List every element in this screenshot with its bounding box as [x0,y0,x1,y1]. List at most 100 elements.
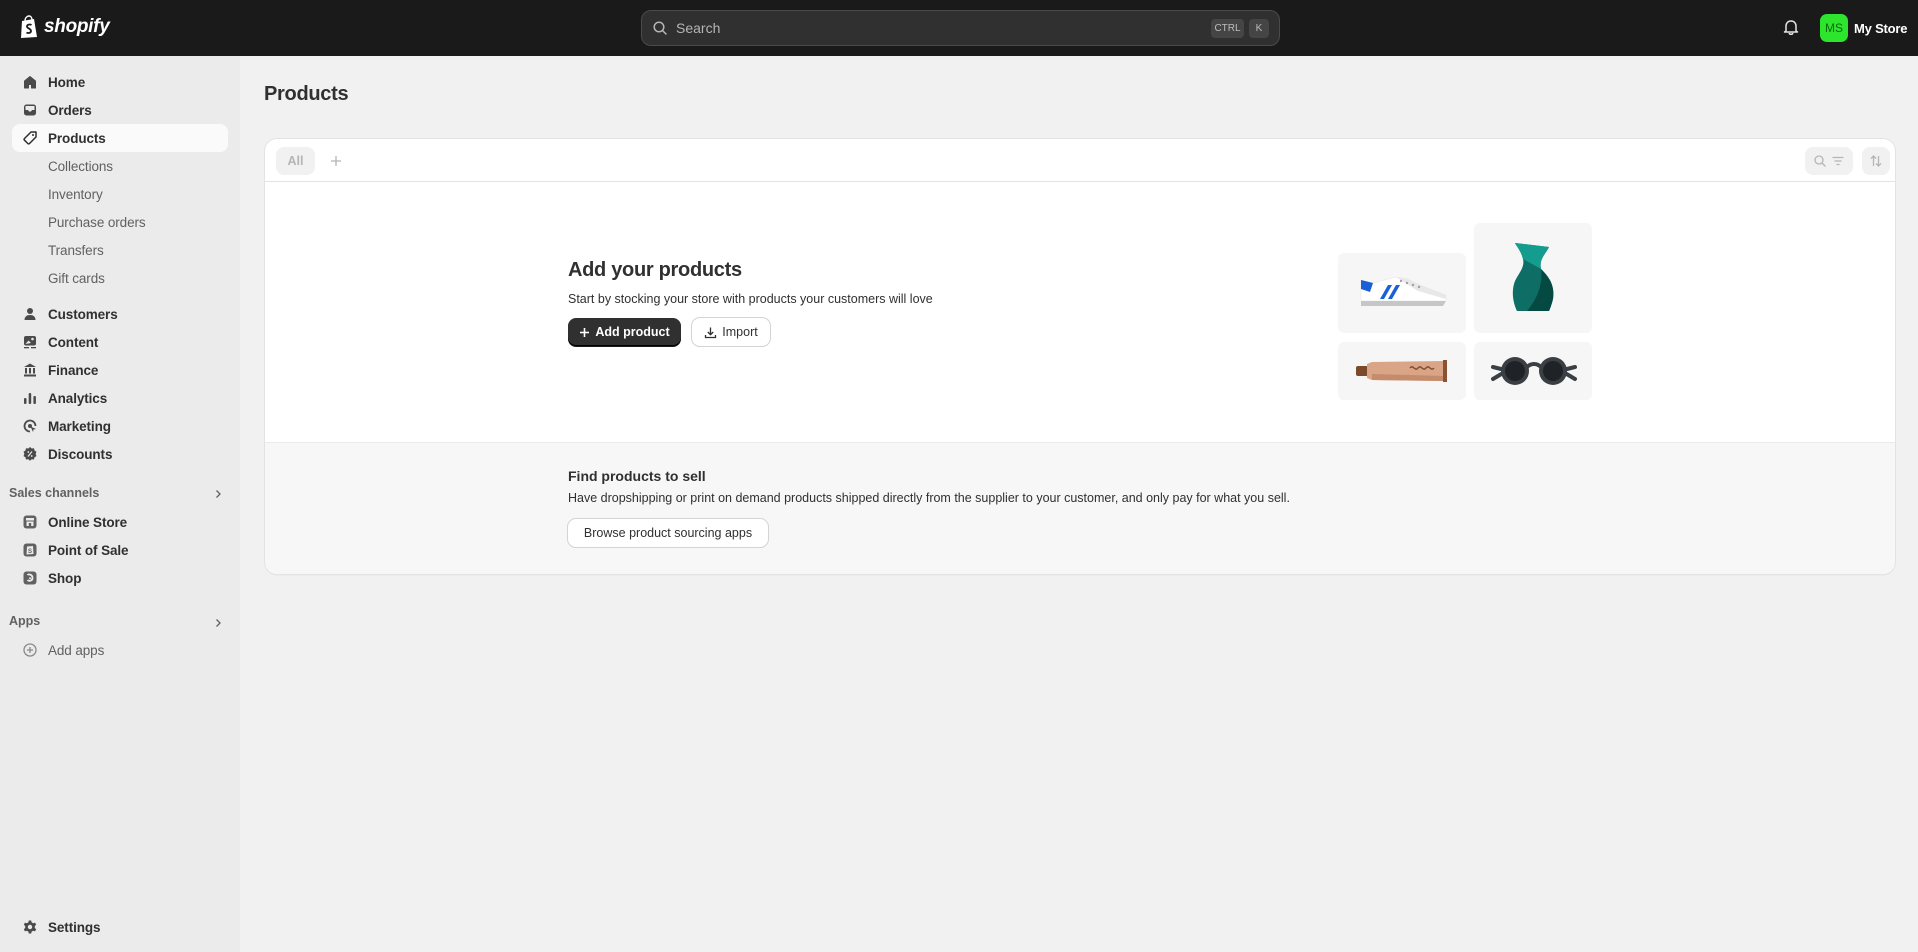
sidebar-item-customers[interactable]: Customers [12,300,228,328]
sidebar-item-label: Discounts [48,446,113,462]
sidebar-item-label: Shop [48,570,82,586]
sidebar-item-label: Purchase orders [48,214,146,230]
notifications-bell-icon[interactable] [1782,18,1800,36]
svg-text:S: S [28,549,32,555]
sidebar-item-label: Home [48,74,86,90]
sales-channels-heading[interactable]: Sales channels [9,486,99,500]
products-card: All Add your products Start by stocking … [265,139,1895,574]
import-button[interactable]: Import [692,318,770,346]
search-input[interactable] [676,20,1196,36]
shopify-wordmark: shopify [44,16,110,37]
sidebar-item-label: Transfers [48,242,104,258]
sourcing-description: Have dropshipping or print on demand pro… [568,491,1290,505]
top-bar: shopify CTRL K MS My Store [0,0,1918,56]
search-filter-button[interactable] [1805,147,1853,175]
gear-icon [23,920,37,934]
store-name: My Store [1854,20,1908,36]
plus-circle-icon [23,643,37,657]
inbox-icon [24,104,36,116]
sidebar-item-point-of-sale[interactable]: S Point of Sale [12,536,228,564]
sidebar-item-online-store[interactable]: Online Store [12,508,228,536]
tube-illustration [1338,342,1466,400]
shortcut-key-ctrl: CTRL [1211,19,1244,38]
add-product-button[interactable]: Add product [568,318,681,346]
plus-icon [580,327,590,337]
sidebar-item-label: Inventory [48,186,103,202]
sidebar-item-label: Content [48,334,99,350]
sidebar-subitem-inventory[interactable]: Inventory [12,180,228,208]
sidebar-item-finance[interactable]: Finance [12,356,228,384]
sunglasses-icon [1491,357,1577,385]
search-icon [653,21,667,35]
sidebar-item-products[interactable]: Products [12,124,228,152]
sidebar-subitem-transfers[interactable]: Transfers [12,236,228,264]
browse-sourcing-apps-button[interactable]: Browse product sourcing apps [568,519,768,547]
sidebar-item-marketing[interactable]: Marketing [12,412,228,440]
sidebar: Home Orders Products Collections Invento… [0,56,240,952]
shopify-logo[interactable]: shopify [19,15,110,39]
page-title: Products [264,83,349,105]
store-avatar: MS [1820,14,1848,42]
target-icon [23,419,37,433]
bar-chart-icon [24,393,36,404]
store-menu[interactable]: MS My Store [1820,14,1908,42]
sidebar-item-label: Point of Sale [48,542,129,558]
sneaker-illustration [1338,253,1466,333]
empty-state: Add your products Start by stocking your… [265,182,1895,442]
plus-icon [331,156,341,166]
sunglasses-illustration [1474,342,1592,400]
sidebar-item-add-apps[interactable]: Add apps [12,636,228,664]
sidebar-item-label: Customers [48,306,118,322]
sidebar-item-analytics[interactable]: Analytics [12,384,228,412]
shortcut-key-k: K [1249,19,1269,38]
sidebar-item-label: Finance [48,362,99,378]
sidebar-item-label: Settings [48,919,101,935]
chevron-right-icon[interactable] [212,617,224,629]
empty-state-title: Add your products [568,259,742,281]
empty-state-subtitle: Start by stocking your store with produc… [568,292,933,306]
add-view-button[interactable] [326,151,346,171]
sidebar-item-label: Online Store [48,514,128,530]
card-header: All [265,139,1895,182]
sneaker-icon [1360,276,1447,306]
search-bar[interactable]: CTRL K [641,10,1280,46]
person-icon [24,308,36,320]
sidebar-subitem-purchase-orders[interactable]: Purchase orders [12,208,228,236]
chevron-right-icon[interactable] [212,488,224,500]
sidebar-item-label: Analytics [48,390,108,406]
storefront-icon [23,515,37,529]
sidebar-subitem-collections[interactable]: Collections [12,152,228,180]
apps-heading[interactable]: Apps [9,614,40,628]
vase-illustration [1474,223,1592,333]
vase-icon [1512,243,1554,311]
sidebar-item-settings[interactable]: Settings [12,913,228,941]
search-icon [1814,155,1826,167]
sidebar-item-orders[interactable]: Orders [12,96,228,124]
shopify-bag-icon [21,15,37,38]
import-label: Import [722,325,758,339]
sidebar-item-label: Marketing [48,418,111,434]
sort-arrows-icon [1870,155,1882,167]
product-sourcing-section: Find products to sell Have dropshipping … [265,442,1895,574]
shop-icon [23,571,37,585]
filter-icon [1832,156,1844,166]
sidebar-item-label: Products [48,130,106,146]
sort-button[interactable] [1862,147,1890,175]
sidebar-item-label: Gift cards [48,270,105,286]
tag-icon [23,131,37,145]
sidebar-item-discounts[interactable]: Discounts [12,440,228,468]
home-icon [24,76,36,89]
download-icon [705,327,717,338]
tab-all[interactable]: All [276,147,315,175]
sidebar-item-content[interactable]: Content [12,328,228,356]
sourcing-title: Find products to sell [568,468,706,484]
sidebar-item-label: Add apps [48,642,105,658]
add-product-label: Add product [595,325,670,339]
sidebar-item-shop[interactable]: Shop [12,564,228,592]
image-icon [24,336,36,349]
sidebar-item-home[interactable]: Home [12,68,228,96]
sidebar-subitem-gift-cards[interactable]: Gift cards [12,264,228,292]
discount-icon [23,447,37,461]
sidebar-item-label: Collections [48,158,113,174]
bank-icon [24,363,36,377]
